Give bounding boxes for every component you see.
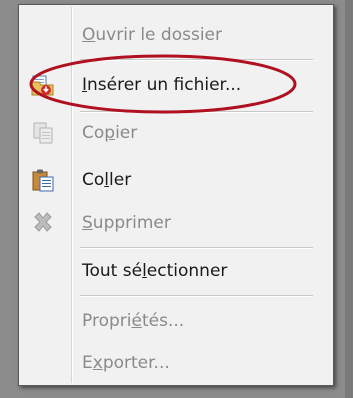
window-edge bbox=[345, 0, 353, 398]
menu-item-properties[interactable]: Propriétés... bbox=[21, 303, 331, 339]
menu-item-label: Exporter... bbox=[82, 353, 170, 373]
menu-item-select-all[interactable]: Tout sélectionner bbox=[21, 253, 331, 289]
delete-icon bbox=[31, 211, 55, 235]
menu-item-open-folder[interactable]: Ouvrir le dossier bbox=[21, 17, 331, 53]
insert-file-icon bbox=[31, 73, 55, 97]
menu-item-paste[interactable]: Coller bbox=[21, 162, 331, 198]
menu-item-copy[interactable]: Copier bbox=[21, 115, 331, 151]
menu-item-delete[interactable]: Supprimer bbox=[21, 205, 331, 241]
menu-item-label: Coller bbox=[82, 170, 132, 190]
menu-item-label: Propriétés... bbox=[82, 311, 185, 331]
menu-separator bbox=[80, 111, 313, 113]
menu-item-label: Ouvrir le dossier bbox=[82, 25, 222, 45]
context-menu: Ouvrir le dossier Insérer un fichier... bbox=[18, 4, 334, 386]
menu-item-label: Supprimer bbox=[82, 213, 171, 233]
copy-icon bbox=[31, 121, 55, 145]
menu-item-export[interactable]: Exporter... bbox=[21, 345, 331, 381]
menu-item-insert-file[interactable]: Insérer un fichier... bbox=[21, 67, 331, 103]
menu-separator bbox=[80, 247, 313, 249]
menu-separator bbox=[80, 59, 313, 61]
menu-item-label: Tout sélectionner bbox=[82, 261, 228, 281]
menu-separator bbox=[80, 295, 313, 297]
menu-item-label: Insérer un fichier... bbox=[82, 75, 242, 95]
paste-icon bbox=[31, 168, 55, 192]
menu-item-label: Copier bbox=[82, 123, 138, 143]
